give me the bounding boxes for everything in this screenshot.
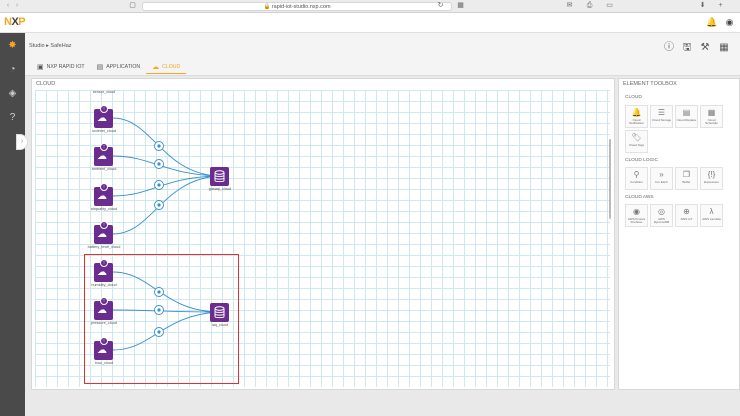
toolbox-item-condition[interactable]: ⚲ Condition bbox=[625, 167, 648, 190]
cloud-upload-icon: ☁ bbox=[97, 191, 107, 202]
chip-icon: ▣ bbox=[37, 64, 44, 71]
toolbox-item-for-each[interactable]: » For Each bbox=[650, 167, 673, 190]
new-tab-icon[interactable]: + bbox=[716, 2, 725, 10]
url-text: rapid-iot-studio.nxp.com bbox=[271, 4, 331, 10]
database-icon bbox=[214, 170, 225, 183]
mail-icon[interactable]: ✉ bbox=[565, 2, 574, 10]
tag-icon: 🏷 bbox=[631, 133, 642, 142]
highlight-annotation-box bbox=[84, 254, 239, 384]
toolbox-item-aws-lambda[interactable]: λ AWS Lambda bbox=[700, 204, 723, 227]
cloud-node-luxlevel[interactable]: ↑ ☁ bbox=[94, 105, 113, 128]
toolbox-item-aws-dynamodb[interactable]: ◎ AWS DynamoDB bbox=[650, 204, 673, 227]
node-label: battery_level_cloud bbox=[87, 245, 121, 249]
cloud-node-airquality[interactable]: ↑ ☁ bbox=[94, 183, 113, 206]
calendar-icon: ▦ bbox=[707, 108, 716, 117]
cloud-upload-icon: ☁ bbox=[97, 113, 107, 124]
lock-icon: 🔒 bbox=[263, 4, 272, 10]
left-sidebar: ✸ ◔ ◈ ? bbox=[0, 33, 25, 416]
help-icon[interactable]: ? bbox=[7, 112, 18, 123]
app-header: NXP 🔔 ◉ bbox=[0, 13, 740, 33]
nxp-logo[interactable]: NXP bbox=[4, 16, 26, 28]
toolbox-item-cloud-tags[interactable]: 🏷 Cloud Tags bbox=[625, 130, 648, 153]
node-label: gasaqi_cloud bbox=[208, 187, 232, 191]
element-toolbox: ELEMENT TOOLBOX CLOUD 🔔 Cloud Notificatio… bbox=[618, 78, 740, 390]
extensions-icon[interactable]: ▦ bbox=[456, 2, 465, 10]
notification-bell-icon[interactable]: 🔔 bbox=[706, 17, 717, 28]
toolbox-item-cloud-notification[interactable]: 🔔 Cloud Notification bbox=[625, 105, 648, 128]
sidebar-icon[interactable]: ▭ bbox=[605, 2, 614, 10]
calendar-icon[interactable]: ▦ bbox=[718, 42, 730, 54]
tab-cloud[interactable]: ☁ CLOUD bbox=[146, 60, 187, 74]
toolbox-item-aws-iot[interactable]: ⊕ AWS IoT bbox=[675, 204, 698, 227]
toolbox-section-title: CLOUD LOGIC bbox=[625, 158, 659, 163]
toolbox-item-expression[interactable]: {!} Expression bbox=[700, 167, 723, 190]
badge: ↑ bbox=[100, 143, 108, 151]
back-icon[interactable]: ‹ bbox=[4, 2, 12, 10]
bell-icon: 🔔 bbox=[631, 108, 642, 117]
badge: ↑ bbox=[100, 105, 108, 113]
breadcrumb[interactable]: Studio ▸ SafeHaz bbox=[29, 43, 72, 49]
condition-icon: ⚲ bbox=[633, 170, 640, 179]
reader-icon[interactable]: ▢ bbox=[128, 2, 137, 10]
buffer-icon: ❐ bbox=[682, 170, 691, 179]
project-tabs: ▣ NXP RAPID IOT ▤ APPLICATION ☁ CLOUD bbox=[31, 60, 187, 74]
cloud-canvas-panel: CLOUD sensor_cloud ↑ ☁ luxlevel_cloud ↑ … bbox=[31, 78, 615, 390]
toolbox-item-cloud-replace[interactable]: ▤ Cloud Replace bbox=[675, 105, 698, 128]
download-icon[interactable]: ⬇ bbox=[698, 2, 707, 10]
save-icon[interactable]: 🖫 bbox=[681, 42, 693, 54]
app-icon: ▤ bbox=[96, 64, 104, 71]
node-label: sensor_cloud bbox=[92, 90, 116, 94]
info-icon[interactable]: ⓘ bbox=[663, 42, 675, 54]
tab-nxp-rapid-iot[interactable]: ▣ NXP RAPID IOT bbox=[31, 60, 91, 74]
print-icon[interactable]: ⎙ bbox=[585, 2, 594, 10]
badge: ↑ bbox=[100, 183, 108, 191]
tab-application[interactable]: ▤ APPLICATION bbox=[91, 60, 147, 74]
foreach-icon: » bbox=[659, 170, 664, 179]
url-bar[interactable]: 🔒 rapid-iot-studio.nxp.com bbox=[142, 2, 452, 11]
expand-sidebar-toggle[interactable]: › bbox=[16, 134, 28, 150]
replace-icon: ▤ bbox=[682, 108, 691, 117]
kinesis-icon: ◉ bbox=[633, 207, 640, 216]
node-label: ambient_cloud bbox=[91, 167, 117, 171]
cloud-icon: ☁ bbox=[152, 63, 160, 71]
dynamodb-icon: ◎ bbox=[658, 207, 665, 216]
cloud-node-ambient[interactable]: ↑ ☁ bbox=[94, 143, 113, 166]
dashboard-gauge-icon[interactable]: ◔ bbox=[7, 64, 18, 75]
build-hammer-icon[interactable]: ⚒ bbox=[699, 42, 711, 54]
lambda-icon: λ bbox=[709, 207, 714, 216]
toolbox-item-buffer[interactable]: ❐ Buffer bbox=[675, 167, 698, 190]
reload-icon[interactable]: ↻ bbox=[436, 2, 445, 10]
toolbox-item-aws-kinesis[interactable]: ◉ AWS Kinesis Firehose bbox=[625, 204, 648, 227]
browser-toolbar: ‹ › ▢ 🔒 rapid-iot-studio.nxp.com ↻ ▦ ✉ ⎙… bbox=[0, 0, 740, 13]
user-avatar-icon[interactable]: ◉ bbox=[724, 17, 735, 28]
cube-icon[interactable]: ◈ bbox=[7, 88, 18, 99]
star-burst-icon[interactable]: ✸ bbox=[7, 40, 18, 51]
cloud-node-battery[interactable]: ↑ ☁ bbox=[94, 221, 113, 244]
toolbox-title: ELEMENT TOOLBOX bbox=[623, 81, 677, 87]
node-label: luxlevel_cloud bbox=[92, 129, 116, 133]
database-node-gasaqi[interactable] bbox=[210, 167, 229, 186]
cloud-upload-icon: ☁ bbox=[97, 229, 107, 240]
toolbox-item-cloud-storage[interactable]: ☰ Cloud Storage bbox=[650, 105, 673, 128]
cloud-upload-icon: ☁ bbox=[97, 151, 107, 162]
toolbox-section-title: CLOUD bbox=[625, 95, 642, 100]
project-subheader: Studio ▸ SafeHaz ⓘ 🖫 ⚒ ▦ ▣ NXP RAPID IOT … bbox=[25, 33, 740, 76]
toolbox-section-title: CLOUD AWS bbox=[625, 195, 654, 200]
badge: ↑ bbox=[100, 221, 108, 229]
node-label: airquality_cloud bbox=[90, 207, 118, 211]
expression-icon: {!} bbox=[707, 170, 716, 179]
database-icon: ☰ bbox=[657, 108, 666, 117]
forward-icon[interactable]: › bbox=[13, 2, 21, 10]
awsiot-icon: ⊕ bbox=[683, 207, 690, 216]
toolbox-item-cloud-schedule[interactable]: ▦ Cloud Schedule bbox=[700, 105, 723, 128]
